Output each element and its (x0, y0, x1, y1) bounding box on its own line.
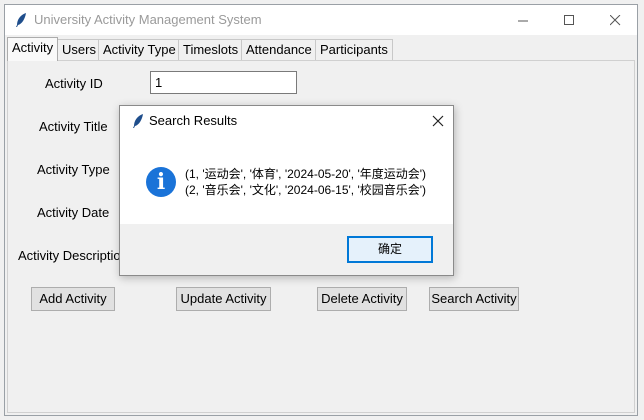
feather-icon (16, 13, 26, 27)
tab-activity-type[interactable]: Activity Type (98, 39, 181, 60)
dialog-close-button[interactable] (426, 110, 450, 132)
add-activity-button[interactable]: Add Activity (31, 287, 115, 311)
info-icon: i (146, 167, 176, 197)
search-activity-button[interactable]: Search Activity (429, 287, 519, 311)
search-results-dialog: Search Results i (1, '运动会', '体育', '2024-… (119, 105, 454, 276)
tab-users[interactable]: Users (57, 39, 101, 60)
dialog-footer: 确定 (120, 224, 453, 275)
activity-date-label: Activity Date (37, 205, 110, 220)
minimize-button[interactable] (500, 5, 546, 35)
maximize-button[interactable] (546, 5, 592, 35)
dialog-title: Search Results (149, 113, 238, 128)
tab-activity[interactable]: Activity (7, 37, 59, 61)
title-bar: University Activity Management System (5, 5, 637, 35)
close-icon (609, 14, 620, 25)
close-button[interactable] (592, 5, 638, 35)
window-title: University Activity Management System (34, 12, 262, 27)
activity-description-label: Activity Description (18, 248, 128, 263)
tab-attendance[interactable]: Attendance (241, 39, 317, 60)
delete-activity-button[interactable]: Delete Activity (317, 287, 407, 311)
result-line: (2, '音乐会', '文化', '2024-06-15', '校园音乐会') (185, 183, 427, 197)
close-icon (432, 115, 444, 127)
minimize-icon (517, 20, 528, 21)
activity-title-label: Activity Title (39, 119, 108, 134)
activity-type-label: Activity Type (37, 162, 110, 177)
tab-timeslots[interactable]: Timeslots (178, 39, 244, 60)
result-line: (1, '运动会', '体育', '2024-05-20', '年度运动会') (185, 167, 427, 181)
activity-id-input[interactable]: 1 (150, 71, 297, 94)
feather-icon (133, 114, 143, 128)
activity-id-label: Activity ID (45, 76, 103, 91)
ok-button[interactable]: 确定 (347, 236, 433, 263)
tab-participants[interactable]: Participants (315, 39, 393, 60)
update-activity-button[interactable]: Update Activity (176, 287, 271, 311)
maximize-icon (563, 14, 574, 25)
